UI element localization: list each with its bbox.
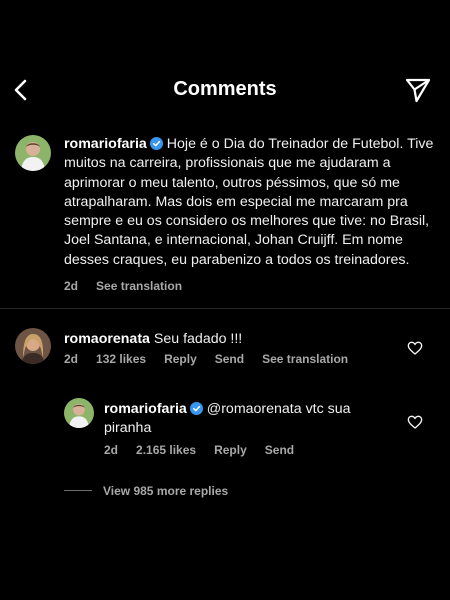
comment-text: Seu fadado !!! xyxy=(153,331,243,347)
reply-username[interactable]: romariofaria xyxy=(104,401,187,417)
reply-comment: romariofaria @romaorenata vtc sua piranha xyxy=(104,400,386,439)
comment: romaorenata Seu fadado !!! xyxy=(64,330,394,349)
comment-username[interactable]: romaorenata xyxy=(64,331,150,347)
page-title: Comments xyxy=(173,78,277,100)
reply-likes[interactable]: 2.165 likes xyxy=(136,443,196,457)
avatar[interactable] xyxy=(15,135,51,171)
verified-badge-icon xyxy=(189,402,203,415)
profile-photo xyxy=(15,135,51,171)
caption-text: Hoje é o Dia do Treinador de Futebol. Ti… xyxy=(64,136,434,268)
see-translation-link[interactable]: See translation xyxy=(262,352,348,366)
header-bar: Comments xyxy=(0,66,450,114)
send-button[interactable]: Send xyxy=(265,443,294,457)
caption-meta: 2d See translation xyxy=(64,279,200,293)
reply-time: 2d xyxy=(104,443,119,457)
reply-button[interactable]: Reply xyxy=(164,352,197,366)
avatar[interactable] xyxy=(64,398,94,428)
comment-time: 2d xyxy=(64,352,79,366)
heart-icon[interactable] xyxy=(407,340,423,356)
see-translation-link[interactable]: See translation xyxy=(96,279,182,293)
paper-plane-icon xyxy=(405,78,431,103)
profile-photo xyxy=(64,398,94,428)
profile-photo xyxy=(15,328,51,364)
send-button[interactable]: Send xyxy=(215,352,244,366)
comment-meta: 2d 132 likes Reply Send See translation xyxy=(64,352,366,366)
share-button[interactable] xyxy=(404,76,432,104)
caption-username[interactable]: romariofaria xyxy=(64,136,147,152)
reply-meta: 2d 2.165 likes Reply Send xyxy=(104,443,312,457)
reply-button[interactable]: Reply xyxy=(214,443,247,457)
post-caption: romariofaria Hoje é o Dia do Treinador de… xyxy=(64,135,436,270)
caption-time: 2d xyxy=(64,279,79,293)
view-more-replies-link[interactable]: View 985 more replies xyxy=(103,484,228,498)
heart-icon[interactable] xyxy=(407,414,423,430)
divider xyxy=(0,308,450,309)
comment-likes[interactable]: 132 likes xyxy=(96,352,146,366)
replies-divider xyxy=(64,490,92,491)
avatar[interactable] xyxy=(15,328,51,364)
verified-badge-icon xyxy=(149,137,163,150)
